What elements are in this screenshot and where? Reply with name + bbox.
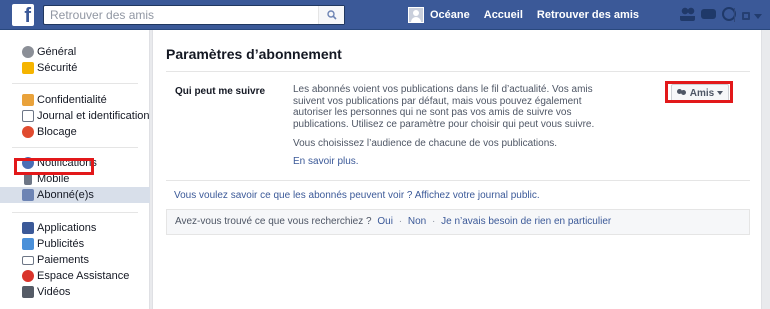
sidebar-item-label: Abonné(e)s bbox=[37, 189, 94, 201]
lock-icon bbox=[22, 94, 34, 106]
ads-icon bbox=[22, 238, 34, 250]
feedback-yes-link[interactable]: Oui bbox=[377, 216, 393, 227]
sidebar-group-apps: Applications Publicités Paiements Espace… bbox=[0, 220, 150, 300]
jewel-icons bbox=[680, 7, 736, 21]
sidebar-item-label: Général bbox=[37, 46, 77, 58]
search-box bbox=[43, 5, 345, 25]
shield-icon bbox=[22, 62, 34, 74]
separator: · bbox=[398, 216, 403, 227]
setting-label: Qui peut me suivre bbox=[175, 86, 266, 97]
sidebar-item-applications[interactable]: Applications bbox=[0, 220, 150, 236]
film-icon bbox=[22, 286, 34, 298]
sidebar-group-privacy: Confidentialité Journal et identificatio… bbox=[0, 92, 150, 140]
sidebar-item-timeline[interactable]: Journal et identification bbox=[0, 108, 150, 124]
feedback-question: Avez-vous trouvé ce que vous recherchiez… bbox=[175, 216, 372, 227]
sidebar-divider bbox=[12, 83, 138, 84]
sidebar-item-label: Applications bbox=[37, 222, 97, 234]
sidebar-group-general: Général Sécurité bbox=[0, 44, 150, 76]
setting-description: Les abonnés voient vos publications dans… bbox=[293, 84, 595, 130]
card-icon bbox=[22, 256, 34, 265]
timeline-icon bbox=[22, 110, 34, 122]
sidebar-item-label: Confidentialité bbox=[37, 94, 107, 106]
sidebar-item-blocking[interactable]: Blocage bbox=[0, 124, 150, 140]
nav-divider bbox=[734, 8, 735, 22]
lifebuoy-icon bbox=[22, 270, 34, 282]
facebook-logo[interactable]: f bbox=[12, 4, 34, 26]
find-friends-link[interactable]: Retrouver des amis bbox=[537, 9, 639, 21]
chevron-down-icon[interactable] bbox=[754, 13, 762, 19]
sidebar-item-security[interactable]: Sécurité bbox=[0, 60, 150, 76]
top-nav-links: Océane Accueil Retrouver des amis bbox=[408, 0, 653, 30]
account-menu[interactable] bbox=[742, 8, 762, 20]
view-public-timeline-link[interactable]: Vous voulez savoir ce que les abonnés pe… bbox=[174, 190, 540, 201]
sidebar-item-ads[interactable]: Publicités bbox=[0, 236, 150, 252]
sidebar-item-followers[interactable]: Abonné(e)s bbox=[0, 187, 150, 203]
sidebar-item-label: Journal et identification bbox=[37, 110, 150, 122]
learn-more-link[interactable]: En savoir plus. bbox=[293, 156, 359, 167]
sidebar-divider bbox=[12, 147, 138, 148]
privacy-shortcuts-icon[interactable] bbox=[742, 12, 750, 20]
feedback-box: Avez-vous trouvé ce que vous recherchiez… bbox=[166, 209, 750, 235]
friend-requests-icon[interactable] bbox=[680, 7, 695, 21]
sidebar-item-videos[interactable]: Vidéos bbox=[0, 284, 150, 300]
sidebar-item-label: Espace Assistance bbox=[37, 270, 130, 282]
facebook-logo-letter: f bbox=[24, 5, 31, 27]
separator: · bbox=[431, 216, 436, 227]
sidebar-item-payments[interactable]: Paiements bbox=[0, 252, 150, 268]
top-navigation-bar: f Océane Accueil Retrouver des amis bbox=[0, 0, 770, 30]
sidebar-item-support[interactable]: Espace Assistance bbox=[0, 268, 150, 284]
sidebar-item-privacy[interactable]: Confidentialité bbox=[0, 92, 150, 108]
title-divider bbox=[166, 71, 750, 72]
audience-text: Vous choisissez l’audience de chacune de… bbox=[293, 138, 558, 149]
sidebar-item-general[interactable]: Général bbox=[0, 44, 150, 60]
search-input[interactable] bbox=[44, 6, 314, 24]
apps-icon bbox=[22, 222, 34, 234]
sidebar-item-label: Blocage bbox=[37, 126, 77, 138]
sidebar-item-label: Sécurité bbox=[37, 62, 78, 74]
sidebar-item-label: Publicités bbox=[37, 238, 85, 250]
profile-link[interactable]: Océane bbox=[430, 9, 470, 21]
gears-icon bbox=[22, 46, 34, 58]
feedback-other-link[interactable]: Je n’avais besoin de rien en particulier bbox=[441, 216, 611, 227]
home-link[interactable]: Accueil bbox=[484, 9, 523, 21]
messages-icon[interactable] bbox=[701, 9, 716, 19]
section-divider bbox=[166, 180, 750, 181]
sidebar-item-label: Vidéos bbox=[37, 286, 71, 298]
main-content: Paramètres d’abonnement Qui peut me suiv… bbox=[152, 30, 762, 309]
avatar[interactable] bbox=[408, 7, 424, 23]
page-title: Paramètres d’abonnement bbox=[166, 46, 342, 62]
search-button[interactable] bbox=[318, 6, 344, 24]
sidebar-item-label: Paiements bbox=[37, 254, 89, 266]
annotation-highlight-followers bbox=[14, 158, 94, 175]
sidebar-divider bbox=[12, 212, 138, 213]
feedback-no-link[interactable]: Non bbox=[408, 216, 426, 227]
rss-icon bbox=[22, 189, 34, 201]
block-icon bbox=[22, 126, 34, 138]
annotation-highlight-audience bbox=[665, 81, 733, 103]
search-icon bbox=[327, 10, 337, 20]
